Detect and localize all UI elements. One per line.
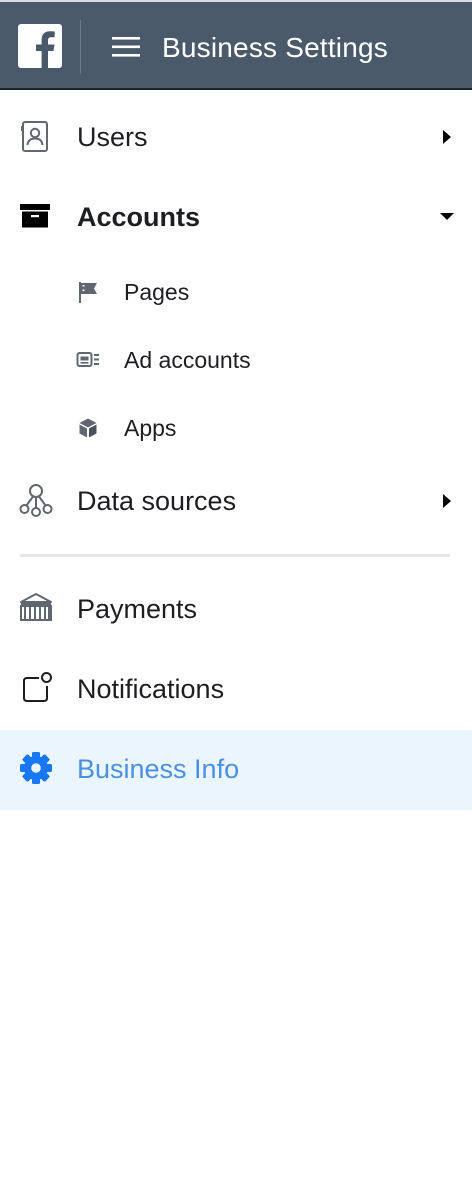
header-divider — [80, 20, 81, 74]
sidebar-subitem-ad-accounts[interactable]: Ad accounts — [0, 326, 472, 394]
flag-icon — [79, 282, 97, 303]
sidebar-subitem-label: Apps — [124, 415, 177, 441]
hamburger-menu-icon[interactable] — [112, 35, 140, 59]
sidebar-subitem-label: Pages — [124, 279, 190, 305]
cube-icon — [79, 418, 97, 438]
caret-down-icon — [440, 213, 454, 220]
sidebar-subitem-label: Ad accounts — [124, 347, 251, 373]
facebook-logo-icon[interactable] — [18, 24, 62, 68]
sidebar-item-business-info[interactable]: Business Info — [0, 730, 472, 810]
archive-box-icon — [20, 204, 50, 228]
sidebar-item-users[interactable]: Users — [0, 98, 472, 178]
sidebar-item-accounts[interactable]: Accounts — [0, 178, 472, 258]
sidebar-item-label: Users — [77, 122, 148, 152]
sidebar-item-data-sources[interactable]: Data sources — [0, 462, 472, 542]
gear-icon — [20, 752, 52, 784]
sidebar-item-label: Business Info — [77, 754, 240, 784]
caret-right-icon — [443, 130, 451, 144]
sidebar-item-label: Data sources — [77, 486, 237, 516]
caret-right-icon — [443, 494, 451, 508]
sidebar-item-notifications[interactable]: Notifications — [0, 650, 472, 730]
top-bar: Business Settings — [0, 0, 472, 90]
sidebar-subitem-pages[interactable]: Pages — [0, 258, 472, 326]
sidebar-item-label: Notifications — [77, 674, 225, 704]
nodes-icon — [19, 484, 53, 517]
section-divider — [20, 554, 450, 557]
sidebar-item-label: Accounts — [77, 202, 201, 232]
bank-icon — [20, 593, 52, 621]
page-title: Business Settings — [162, 32, 388, 63]
notification-icon — [23, 672, 52, 702]
sidebar-item-payments[interactable]: Payments — [0, 570, 472, 650]
sidebar-item-label: Payments — [77, 594, 198, 624]
ad-account-icon — [76, 352, 99, 367]
sidebar-subitem-apps[interactable]: Apps — [0, 394, 472, 462]
id-card-icon — [21, 121, 48, 152]
